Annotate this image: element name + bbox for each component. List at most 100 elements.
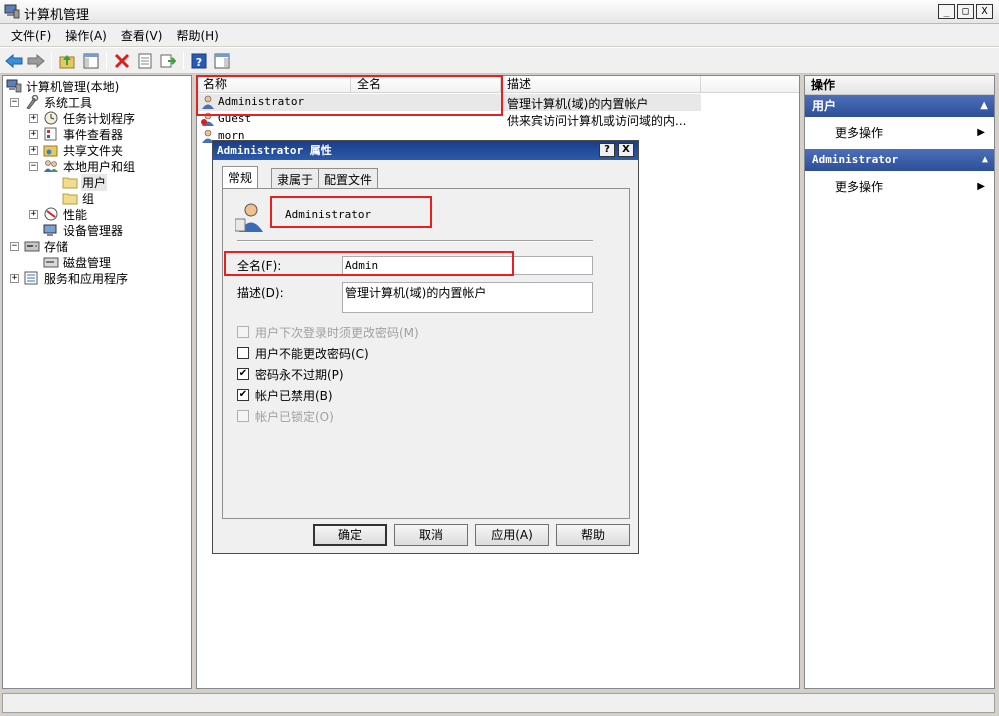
tree-item-services-applications[interactable]: + 服务和应用程序	[10, 270, 129, 286]
cannot-change-password-checkbox[interactable]: 用户不能更改密码(C)	[237, 345, 369, 361]
cancel-button[interactable]: 取消	[394, 524, 468, 546]
fullname-input[interactable]	[342, 256, 593, 275]
collapse-icon[interactable]: −	[29, 161, 38, 171]
collapse-icon[interactable]: −	[10, 97, 19, 107]
tools-icon	[26, 95, 39, 109]
maximize-button[interactable]: □	[957, 4, 974, 19]
menu-bar: 文件(F) 操作(A) 查看(V) 帮助(H)	[0, 24, 999, 46]
forward-arrow-icon[interactable]	[26, 51, 46, 71]
checkmark-icon[interactable]: ✔	[237, 368, 249, 380]
column-header-fullname[interactable]: 全名	[351, 76, 501, 93]
tree-item-users[interactable]: 用户	[62, 173, 108, 191]
delete-icon[interactable]	[112, 51, 132, 71]
computer-management-icon	[6, 79, 22, 93]
action-label: 更多操作	[835, 126, 884, 140]
collapse-arrow-icon[interactable]: ▲	[982, 149, 988, 171]
tree-item-groups[interactable]: 组	[62, 190, 95, 206]
username-label: Administrator	[285, 208, 372, 221]
tree-item-device-manager[interactable]: 设备管理器	[43, 222, 124, 238]
back-arrow-icon[interactable]	[4, 51, 24, 71]
shared-folder-icon	[43, 145, 58, 157]
export-list-icon[interactable]	[158, 51, 178, 71]
action-more-actions[interactable]: 更多操作 ▶	[805, 117, 994, 149]
expand-icon[interactable]: +	[29, 209, 38, 219]
dialog-close-button[interactable]: X	[618, 143, 634, 157]
action-label: 更多操作	[835, 180, 884, 194]
tree-label: 事件查看器	[63, 127, 124, 142]
dialog-help-button[interactable]: ?	[599, 143, 615, 157]
row-name: Guest	[218, 112, 252, 125]
tree-item-disk-management[interactable]: 磁盘管理	[43, 254, 112, 270]
column-header-description[interactable]: 描述	[501, 76, 701, 93]
action-more-actions[interactable]: 更多操作 ▶	[805, 171, 994, 203]
up-folder-icon[interactable]	[57, 51, 77, 71]
tree-label: 共享文件夹	[63, 143, 124, 158]
expand-icon[interactable]: +	[10, 273, 19, 283]
section-title: Administrator	[812, 153, 899, 166]
tree-label: 存储	[44, 239, 69, 254]
menu-help[interactable]: 帮助(H)	[169, 24, 225, 46]
tree-label: 磁盘管理	[63, 255, 112, 270]
close-button[interactable]: X	[976, 4, 993, 19]
tree-label: 本地用户和组	[63, 159, 136, 174]
computer-management-icon	[4, 4, 20, 19]
collapse-icon[interactable]: −	[10, 241, 19, 251]
row-description: 管理计算机(域)的内置帐户	[507, 97, 649, 111]
column-header-name[interactable]: 名称	[197, 76, 351, 93]
collapse-arrow-icon[interactable]: ▲	[980, 95, 988, 117]
expand-icon[interactable]: +	[29, 113, 38, 123]
ok-button[interactable]: 确定	[313, 524, 387, 546]
expand-icon[interactable]: +	[29, 129, 38, 139]
section-title: 用户	[812, 99, 837, 113]
tree-item-performance[interactable]: + 性能	[29, 206, 88, 222]
action-section-users[interactable]: 用户 ▲	[805, 95, 994, 117]
properties-icon[interactable]	[135, 51, 155, 71]
checkbox-box[interactable]	[237, 347, 249, 359]
description-label: 描述(D):	[237, 286, 284, 300]
help-button[interactable]: 帮助	[556, 524, 630, 546]
user-disabled-icon	[201, 112, 214, 126]
dialog-title: Administrator 属性	[217, 144, 332, 157]
tab-member-of[interactable]: 隶属于	[271, 168, 320, 188]
chevron-right-icon: ▶	[977, 181, 985, 192]
menu-view[interactable]: 查看(V)	[114, 24, 170, 46]
menu-file[interactable]: 文件(F)	[4, 24, 58, 46]
properties-dialog: Administrator 属性 ? X 常规 隶属于 配置文件 Adminis…	[212, 140, 639, 554]
console-tree: 计算机管理(本地) − 系统工具 + 任务计划程序 + 事件查看器 + 共享文件…	[2, 75, 192, 689]
folder-icon	[62, 177, 78, 189]
menu-action[interactable]: 操作(A)	[58, 24, 114, 46]
password-never-expires-checkbox[interactable]: ✔ 密码永不过期(P)	[237, 366, 344, 382]
checkmark-icon[interactable]: ✔	[237, 389, 249, 401]
clock-icon	[44, 111, 58, 125]
tree-item-local-users-groups[interactable]: − 本地用户和组	[29, 158, 136, 174]
tab-profile[interactable]: 配置文件	[318, 168, 379, 188]
minimize-button[interactable]: _	[938, 4, 955, 19]
list-row-guest[interactable]: Guest 供来宾访问计算机或访问域的内...	[197, 111, 799, 128]
account-disabled-checkbox[interactable]: ✔ 帐户已禁用(B)	[237, 387, 333, 403]
tree-item-system-tools[interactable]: − 系统工具	[10, 94, 93, 110]
tree-label: 任务计划程序	[63, 111, 136, 126]
help-icon[interactable]: ?	[189, 51, 209, 71]
tree-item-computer-management[interactable]: 计算机管理(本地)	[6, 78, 120, 94]
expand-icon[interactable]: +	[29, 145, 38, 155]
window-title: 计算机管理	[24, 8, 90, 23]
list-row-administrator[interactable]: Administrator 管理计算机(域)的内置帐户	[197, 94, 701, 111]
users-group-icon	[44, 160, 58, 172]
tree-item-event-viewer[interactable]: + 事件查看器	[29, 126, 124, 142]
show-hide-action-icon[interactable]	[212, 51, 232, 71]
user-avatar-icon	[235, 203, 263, 232]
tree-item-storage[interactable]: − 存储	[10, 238, 69, 254]
tree-item-shared-folders[interactable]: + 共享文件夹	[29, 142, 124, 158]
apply-button[interactable]: 应用(A)	[475, 524, 549, 546]
disk-icon	[43, 257, 59, 268]
tree-label: 组	[82, 191, 95, 206]
tree-label: 性能	[63, 207, 88, 222]
row-name: Administrator	[218, 95, 305, 108]
tree-label: 系统工具	[44, 95, 93, 110]
description-input[interactable]: 管理计算机(域)的内置帐户	[342, 282, 593, 313]
action-section-administrator[interactable]: Administrator ▲	[805, 149, 994, 171]
checkbox-label: 密码永不过期(P)	[255, 367, 344, 382]
tree-item-task-scheduler[interactable]: + 任务计划程序	[29, 110, 136, 126]
tab-general[interactable]: 常规	[222, 166, 259, 189]
show-hide-tree-icon[interactable]	[81, 51, 101, 71]
